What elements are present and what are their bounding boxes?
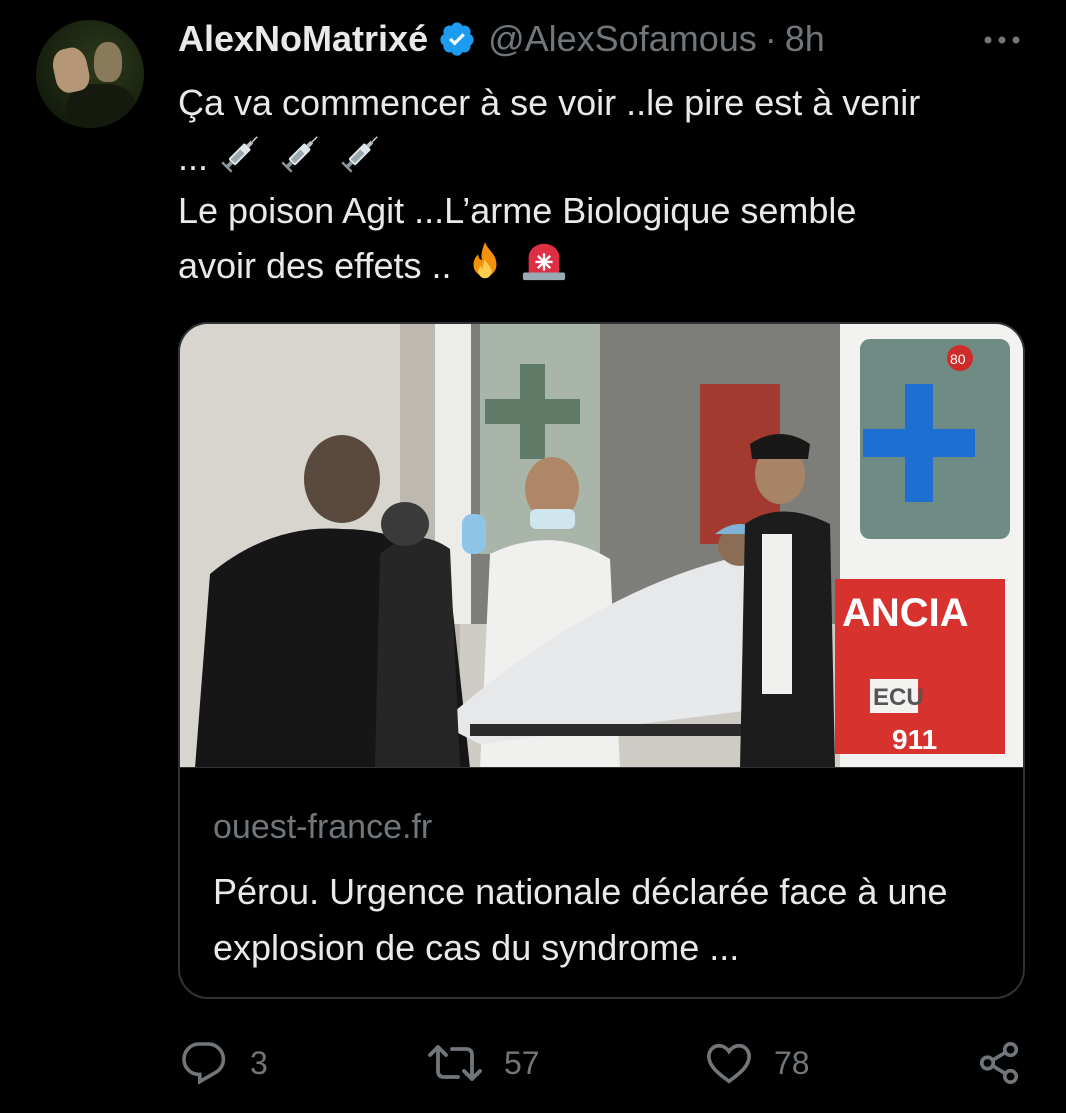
tweet-header: AlexNoMatrixé @AlexSofamous · 8h (178, 14, 1028, 64)
avatar[interactable] (36, 20, 144, 128)
more-icon (984, 36, 1020, 44)
tweet-actions: 3 57 78 (180, 1038, 1030, 1088)
tweet-line-4-text: avoir des effets .. (178, 245, 452, 286)
retweet-count: 57 (504, 1044, 540, 1081)
author-handle[interactable]: @AlexSofamous (488, 18, 757, 60)
reply-count: 3 (250, 1044, 268, 1081)
link-preview-card[interactable]: 80 ANCIA ECU 911 ouest-france.fr Pérou. … (178, 322, 1025, 999)
reply-icon (182, 1042, 226, 1085)
timestamp[interactable]: 8h (785, 18, 825, 60)
display-name[interactable]: AlexNoMatrixé (178, 18, 428, 60)
unit-number-label: 80 (950, 351, 966, 367)
share-icon (979, 1042, 1019, 1084)
like-count: 78 (774, 1044, 810, 1081)
news-photo[interactable]: 80 ANCIA ECU 911 (180, 324, 1025, 768)
tweet-line-1: Ça va commencer à se voir ..le pire est … (178, 82, 921, 123)
syringe-emoji-icon (341, 136, 378, 173)
like-button[interactable]: 78 (706, 1038, 810, 1088)
tweet-line-4: avoir des effets .. (178, 238, 1038, 292)
syringe-emoji-icon (281, 136, 318, 173)
card-domain[interactable]: ouest-france.fr (213, 808, 432, 847)
separator-dot: · (764, 18, 777, 59)
syringe-emoji-icon (221, 136, 258, 173)
ellipsis-text: ... (178, 137, 209, 178)
verified-badge-icon (440, 22, 474, 56)
retweet-button[interactable]: 57 (428, 1038, 540, 1088)
heart-icon (707, 1043, 751, 1084)
emergency-number-label: 911 (892, 724, 937, 755)
ambulance-text-label: ANCIA (842, 591, 969, 635)
fire-emoji-icon (473, 241, 496, 279)
share-button[interactable] (976, 1038, 1044, 1088)
ecu-label: ECU (873, 684, 924, 711)
more-options-button[interactable] (980, 20, 1024, 60)
tweet-text: Ça va commencer à se voir ..le pire est … (178, 76, 1038, 292)
avatar-face (94, 42, 122, 82)
siren-emoji-icon (522, 243, 565, 281)
retweet-icon (428, 1045, 482, 1081)
card-divider (180, 767, 1023, 768)
tweet[interactable]: AlexNoMatrixé @AlexSofamous · 8h Ça va c… (0, 0, 1066, 1113)
tweet-line-2: ... (178, 130, 1038, 184)
reply-button[interactable]: 3 (180, 1038, 268, 1088)
avatar-hand (49, 44, 93, 96)
tweet-line-3: Le poison Agit ...L’arme Biologique semb… (178, 190, 857, 231)
card-title[interactable]: Pérou. Urgence nationale déclarée face à… (213, 864, 1003, 976)
